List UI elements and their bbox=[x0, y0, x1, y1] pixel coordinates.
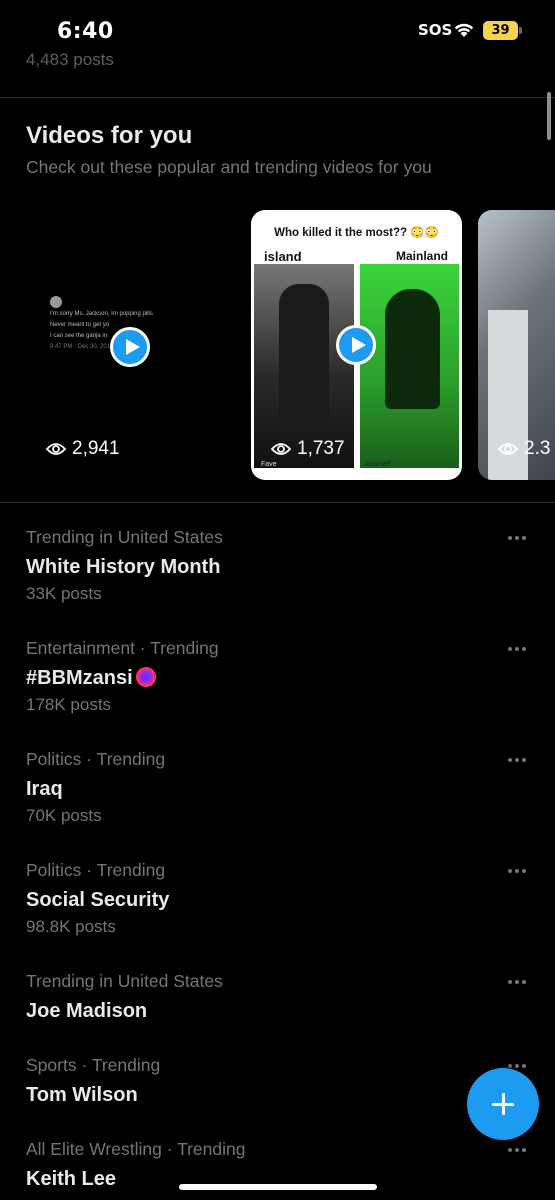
tweet-line: Never meant to get yo bbox=[50, 321, 110, 328]
trend-context: Politics · Trending bbox=[26, 749, 166, 769]
video-tag-left: Fave bbox=[261, 461, 277, 468]
trend-name: #BBMzansi bbox=[26, 667, 133, 689]
trend-name-row: #BBMzansi bbox=[26, 667, 546, 691]
trend-item[interactable]: Trending in United States White History … bbox=[26, 527, 546, 604]
trend-context: Politics · Trending bbox=[26, 860, 166, 880]
dancer-figure bbox=[385, 289, 440, 409]
video-thumbnail-right bbox=[360, 264, 459, 468]
more-horizontal-icon[interactable] bbox=[508, 867, 528, 875]
trend-name: Social Security bbox=[26, 889, 170, 911]
trend-context: Trending in United States bbox=[26, 971, 223, 991]
hashflag-icon bbox=[135, 667, 156, 687]
more-horizontal-icon[interactable] bbox=[508, 756, 528, 764]
play-icon[interactable] bbox=[110, 327, 150, 367]
trend-item[interactable]: Politics · Trending Social Security 98.8… bbox=[26, 860, 546, 937]
trend-post-count: 33K posts bbox=[26, 584, 102, 603]
section-subtitle: Check out these popular and trending vid… bbox=[26, 157, 432, 177]
eye-icon bbox=[498, 443, 518, 455]
trend-item[interactable]: Trending in United States Joe Madison bbox=[26, 971, 546, 1024]
home-indicator[interactable] bbox=[179, 1184, 377, 1190]
view-count: 1,737 bbox=[271, 438, 345, 460]
battery-icon: 39 bbox=[483, 21, 518, 40]
view-count-value: 2,941 bbox=[72, 438, 120, 459]
video-label-right: Mainland bbox=[395, 249, 448, 263]
video-card[interactable]: Who killed it the most?? 😳😳 island Mainl… bbox=[251, 210, 462, 480]
wifi-icon bbox=[454, 23, 474, 37]
trend-context: Sports · Trending bbox=[26, 1055, 161, 1075]
status-time: 6:40 bbox=[57, 19, 114, 44]
trend-name: White History Month bbox=[26, 556, 221, 578]
section-title: Videos for you bbox=[26, 122, 193, 149]
trend-context: Trending in United States bbox=[26, 527, 223, 547]
view-count: 2.3 bbox=[498, 438, 550, 460]
trend-post-count: 178K posts bbox=[26, 695, 112, 714]
trend-post-count: 98.8K posts bbox=[26, 917, 116, 936]
sos-indicator: SOS bbox=[418, 21, 453, 39]
trend-context: Entertainment · Trending bbox=[26, 638, 219, 658]
view-count: 2,941 bbox=[46, 438, 120, 460]
trend-item[interactable]: Entertainment · Trending #BBMzansi 178K … bbox=[26, 638, 546, 715]
video-tag-right: Ayomaff bbox=[365, 461, 391, 468]
trend-name: Joe Madison bbox=[26, 1000, 148, 1022]
compose-button[interactable] bbox=[467, 1068, 539, 1140]
trend-context: All Elite Wrestling · Trending bbox=[26, 1139, 246, 1159]
video-caption: Who killed it the most?? 😳😳 bbox=[274, 227, 439, 239]
view-count-value: 1,737 bbox=[297, 438, 345, 459]
trend-name: Iraq bbox=[26, 778, 63, 800]
trend-item[interactable]: Politics · Trending Iraq 70K posts bbox=[26, 749, 546, 826]
eye-icon bbox=[46, 443, 66, 455]
play-icon[interactable] bbox=[336, 325, 376, 365]
more-horizontal-icon[interactable] bbox=[508, 978, 528, 986]
previous-trend-count: 4,483 posts bbox=[26, 50, 114, 69]
tweet-line: I'm sorry Ms. Jackson, Im popping pills bbox=[50, 310, 153, 317]
video-card[interactable]: I'm sorry Ms. Jackson, Im popping pills … bbox=[26, 210, 239, 480]
avatar bbox=[50, 296, 62, 308]
battery-tip bbox=[519, 27, 522, 34]
more-horizontal-icon[interactable] bbox=[508, 1146, 528, 1154]
more-horizontal-icon[interactable] bbox=[508, 645, 528, 653]
divider bbox=[0, 502, 555, 503]
eye-icon bbox=[271, 443, 291, 455]
video-label-left: island bbox=[264, 249, 302, 264]
video-card[interactable]: 2.3 bbox=[478, 210, 555, 480]
dancer-figure bbox=[279, 284, 329, 434]
divider bbox=[0, 97, 555, 98]
more-horizontal-icon[interactable] bbox=[508, 534, 528, 542]
trend-post-count: 70K posts bbox=[26, 806, 102, 825]
view-count-value: 2.3 bbox=[524, 438, 551, 459]
scrollbar[interactable] bbox=[547, 92, 551, 140]
